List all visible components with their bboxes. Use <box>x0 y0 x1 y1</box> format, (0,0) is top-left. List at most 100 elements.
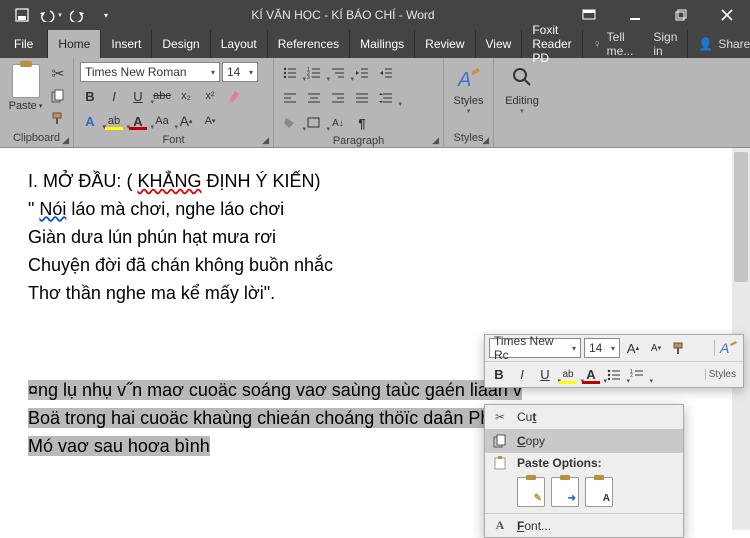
doc-line: Thơ thần nghe ma kể mấy lời". <box>28 280 722 308</box>
chevron-down-icon: ▾ <box>245 68 253 77</box>
ctx-cut[interactable]: ✂ Cut <box>485 405 683 429</box>
copy-icon[interactable] <box>49 88 67 104</box>
tab-file[interactable]: File <box>0 30 48 58</box>
styles-label: Styles <box>454 95 484 107</box>
show-marks-button[interactable]: ¶ <box>352 113 372 133</box>
doc-line: Chuyện đời đã chán không buồn nhắc <box>28 252 722 280</box>
paste-merge-icon[interactable]: ➜ <box>551 477 579 507</box>
styles-button[interactable]: A Styles ▾ <box>448 62 490 119</box>
increase-indent-button[interactable] <box>376 63 396 83</box>
context-menu: ✂ Cut Copy Paste Options: ✎ ➜ A A Font..… <box>484 404 684 538</box>
qat-customize-icon[interactable]: ▾ <box>92 0 120 30</box>
font-name-combo[interactable]: Times New Roman▾ <box>80 62 220 82</box>
tab-layout[interactable]: Layout <box>211 30 268 58</box>
justify-button[interactable] <box>352 88 372 108</box>
mini-bullets[interactable] <box>604 365 624 385</box>
cut-icon[interactable]: ✂ <box>49 66 67 82</box>
align-left-button[interactable] <box>280 88 300 108</box>
italic-button[interactable]: I <box>104 86 124 106</box>
close-icon[interactable] <box>704 0 750 30</box>
tab-foxit[interactable]: Foxit Reader PD <box>522 30 582 58</box>
mini-numbering[interactable]: 12 <box>627 365 647 385</box>
tab-insert[interactable]: Insert <box>101 30 152 58</box>
mini-font-combo[interactable]: Times New Rc▾ <box>489 338 581 358</box>
mini-italic[interactable]: I <box>512 365 532 385</box>
strike-button[interactable]: abc <box>152 86 172 106</box>
font-color-button[interactable]: A <box>128 111 148 131</box>
share-icon: 👤 <box>698 37 713 51</box>
font-launcher-icon[interactable]: ◢ <box>262 135 269 146</box>
tab-home[interactable]: Home <box>48 30 101 58</box>
tab-review[interactable]: Review <box>415 30 475 58</box>
mini-format-painter-icon[interactable] <box>669 338 689 358</box>
svg-text:2: 2 <box>630 373 633 379</box>
chevron-down-icon: ▾ <box>207 68 215 77</box>
bold-button[interactable]: B <box>80 86 100 106</box>
shrink-font-button[interactable]: A▾ <box>200 111 220 131</box>
tab-references[interactable]: References <box>268 30 350 58</box>
group-editing: Editing ▾ <box>494 58 550 147</box>
numbering-button[interactable]: 123 <box>304 63 324 83</box>
shading-button[interactable] <box>280 113 300 133</box>
line-spacing-button[interactable] <box>376 88 396 108</box>
multilevel-button[interactable] <box>328 63 348 83</box>
scrollbar-thumb[interactable] <box>734 152 748 282</box>
paragraph-group-label: Paragraph <box>333 135 384 147</box>
styles-group-label: Styles <box>454 132 484 144</box>
superscript-button[interactable]: x² <box>200 86 220 106</box>
restore-icon[interactable] <box>658 0 704 30</box>
mini-highlight[interactable]: ab <box>558 365 578 385</box>
highlight-button[interactable]: ab <box>104 111 124 131</box>
ribbon: Paste▾ ✂ Clipboard◢ Times New Roman▾ 14▾… <box>0 58 750 148</box>
decrease-indent-button[interactable] <box>352 63 372 83</box>
grow-font-button[interactable]: A▴ <box>176 111 196 131</box>
font-size-combo[interactable]: 14▾ <box>222 62 258 82</box>
underline-button[interactable]: U <box>128 86 148 106</box>
share-button[interactable]: 👤Share <box>687 30 750 58</box>
font-group-label: Font <box>162 134 184 146</box>
text-effects-button[interactable]: A <box>80 111 100 131</box>
undo-icon[interactable]: ▾ <box>36 0 64 30</box>
mini-underline[interactable]: U <box>535 365 555 385</box>
align-center-button[interactable] <box>304 88 324 108</box>
mini-font-color[interactable]: A <box>581 365 601 385</box>
save-icon[interactable] <box>8 0 36 30</box>
mini-grow-font[interactable]: A▴ <box>623 338 643 358</box>
tell-me-label: Tell me... <box>607 30 634 58</box>
paste-button[interactable]: Paste▾ <box>6 62 45 112</box>
ctx-font[interactable]: A Font... <box>485 513 683 537</box>
format-painter-icon[interactable] <box>49 110 67 126</box>
ctx-copy[interactable]: Copy <box>485 429 683 453</box>
bullets-button[interactable] <box>280 63 300 83</box>
ctx-paste-options: ✎ ➜ A <box>485 473 683 513</box>
tab-mailings[interactable]: Mailings <box>350 30 415 58</box>
clipboard-launcher-icon[interactable]: ◢ <box>62 135 69 146</box>
cut-icon: ✂ <box>491 410 509 424</box>
tab-design[interactable]: Design <box>152 30 210 58</box>
sort-button[interactable]: A↓ <box>328 113 348 133</box>
clear-format-button[interactable] <box>224 86 244 106</box>
styles-launcher-icon[interactable]: ◢ <box>482 135 489 146</box>
mini-styles-button[interactable]: A <box>714 340 739 356</box>
tab-view[interactable]: View <box>476 30 523 58</box>
mini-bold[interactable]: B <box>489 365 509 385</box>
ribbon-options-icon[interactable] <box>566 0 612 30</box>
group-styles: A Styles ▾ Styles◢ <box>444 58 494 147</box>
paste-text-only-icon[interactable]: A <box>585 477 613 507</box>
borders-button[interactable] <box>304 113 324 133</box>
group-font: Times New Roman▾ 14▾ B I U abc x₂ x² A a… <box>74 58 274 147</box>
align-right-button[interactable] <box>328 88 348 108</box>
title-bar: ▾ ▾ KÍ VĂN HỌC - KÍ BÁO CHÍ - Word <box>0 0 750 30</box>
mini-shrink-font[interactable]: A▾ <box>646 338 666 358</box>
tell-me[interactable]: ♀Tell me... <box>583 30 644 58</box>
sign-in[interactable]: Sign in <box>643 30 687 58</box>
paste-keep-source-icon[interactable]: ✎ <box>517 477 545 507</box>
minimize-icon[interactable] <box>612 0 658 30</box>
mini-size-combo[interactable]: 14▾ <box>584 338 620 358</box>
change-case-button[interactable]: Aa <box>152 111 172 131</box>
redo-icon[interactable] <box>64 0 92 30</box>
subscript-button[interactable]: x₂ <box>176 86 196 106</box>
paragraph-launcher-icon[interactable]: ◢ <box>432 135 439 146</box>
editing-button[interactable]: Editing ▾ <box>499 62 545 119</box>
mini-styles-label: Styles <box>705 369 739 380</box>
